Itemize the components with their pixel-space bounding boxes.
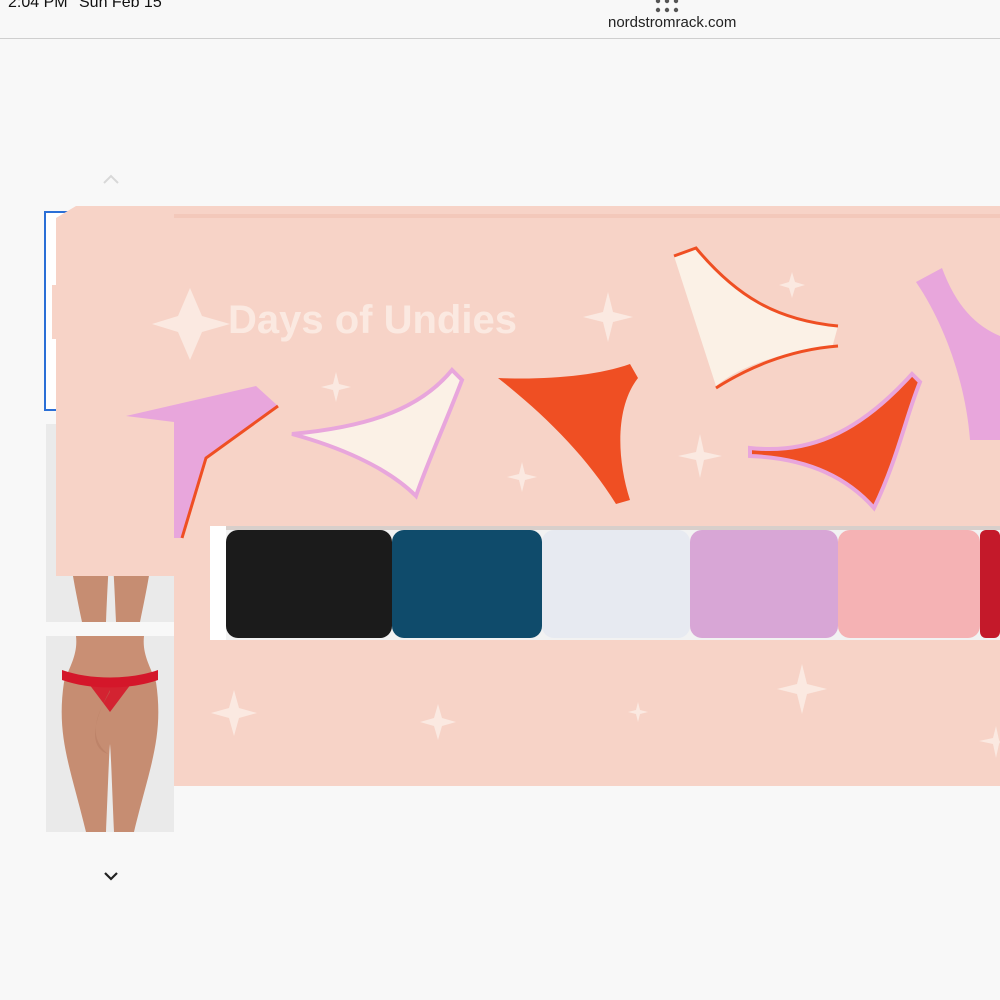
- chevron-up-icon[interactable]: [101, 172, 121, 186]
- color-swatches: [226, 530, 1000, 638]
- status-date: Sun Feb 15: [79, 0, 162, 11]
- address-bar-url[interactable]: nordstromrack.com: [608, 14, 736, 31]
- status-time: 2:04 PM: [8, 0, 68, 11]
- box-title: Days of Undies: [228, 298, 517, 342]
- product-main-image[interactable]: Days of Undies: [56, 196, 1000, 786]
- chevron-down-icon[interactable]: [101, 868, 121, 884]
- tab-dots-icon[interactable]: [652, 0, 682, 15]
- browser-status-bar: 2:04 PM Sun Feb 15 nordstromrack.com: [0, 0, 1000, 39]
